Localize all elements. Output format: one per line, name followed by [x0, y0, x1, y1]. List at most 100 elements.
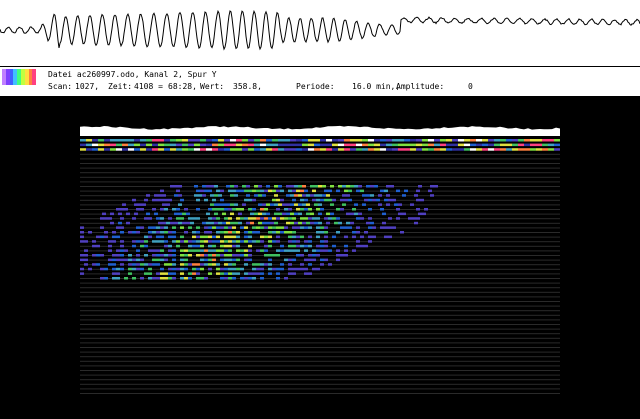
spectrogram-cell [356, 189, 360, 193]
spectrogram-cell [240, 277, 244, 280]
spectrogram-cell [232, 235, 236, 239]
spectrogram-cell [136, 240, 140, 243]
spectrogram-cell [186, 212, 190, 216]
spectrogram-cell [482, 148, 488, 151]
spectrogram-cell [320, 208, 324, 211]
spectrogram-cell [168, 235, 172, 239]
spectrogram-cell [352, 231, 356, 234]
spectrogram-cell [110, 148, 116, 151]
spectrogram-cell [256, 240, 260, 243]
spectrogram-cell [248, 254, 252, 257]
spectrogram-cell [260, 263, 264, 266]
spectrogram-cell [140, 148, 146, 151]
spectrogram-cell [284, 258, 288, 262]
spectrogram-cell [202, 221, 206, 225]
spectrogram-cell [260, 226, 264, 229]
spectrogram-cell [344, 235, 348, 239]
spectrogram-cell [84, 263, 88, 266]
spectrogram-cell [314, 203, 318, 206]
spectrogram-cell [378, 203, 382, 206]
spectrogram-cell [140, 258, 144, 262]
spectrogram-cell [272, 254, 276, 257]
spectrogram-cell [180, 240, 184, 243]
spectrogram-cell [192, 244, 196, 248]
spectrogram-cell [104, 143, 110, 147]
spectrogram-cell [236, 244, 240, 248]
spectrogram-cell [530, 139, 536, 142]
spectrogram-cell [194, 139, 200, 142]
spectrogram-cell [240, 189, 244, 193]
spectrogram-cell [100, 226, 104, 229]
spectrogram-cell [536, 139, 542, 142]
spectrogram-cell [314, 139, 320, 142]
spectrogram-cell [266, 139, 272, 142]
spectrogram-cell [98, 139, 104, 142]
spectrogram-cell [292, 249, 296, 252]
waveform-trace-panel[interactable] [0, 0, 640, 66]
spectrogram-cell [80, 226, 84, 229]
spectrogram-cell [352, 235, 356, 239]
spectrogram-cell [338, 148, 344, 151]
spectrogram-cell [132, 244, 136, 248]
spectrogram-cell [188, 272, 192, 275]
spectrogram-cell [382, 221, 386, 225]
spectrogram-cell [488, 139, 494, 142]
spectrogram-cell [354, 203, 358, 206]
spectrogram-cell [178, 203, 182, 206]
spectrogram-cell [256, 226, 260, 229]
spectrogram-cell [372, 226, 376, 229]
spectrogram-cell [298, 194, 302, 197]
spectrogram-cell [368, 226, 372, 229]
spectrogram-cell [340, 208, 344, 211]
spectrogram-cell [166, 203, 170, 206]
spectrogram-cell [310, 185, 314, 188]
spectrogram-cell [206, 212, 210, 216]
spectrogram-cell [112, 240, 116, 243]
spectrogram-view[interactable] [0, 96, 640, 419]
spectrogram-cell [134, 203, 138, 206]
spectrogram-cell [324, 258, 328, 262]
spectrogram-cell [236, 217, 240, 220]
spectrogram-cell [232, 272, 236, 275]
spectrogram-cell [236, 143, 242, 147]
spectrogram-cell [218, 221, 222, 225]
spectrogram-cell [326, 212, 330, 216]
spectrogram-cell [152, 226, 156, 229]
spectrogram-cell [140, 226, 144, 229]
spectrogram-cell [86, 139, 92, 142]
spectrogram-cell [278, 143, 284, 147]
spectrogram-cell [170, 143, 176, 147]
spectrogram-cell [310, 212, 314, 216]
spectrogram-cell [132, 263, 136, 266]
scan-line [80, 172, 560, 174]
spectrogram-cell [160, 267, 164, 271]
spectrogram-cell [80, 139, 86, 142]
spectrogram-cell [140, 143, 146, 147]
spectrogram-cell [320, 244, 324, 248]
spectrogram-cell [244, 231, 248, 234]
spectrogram-cell [112, 263, 116, 266]
spectrogram-cell [240, 226, 244, 229]
scan-line [80, 296, 560, 298]
spectrogram-cell [298, 203, 302, 206]
spectrogram-cell [196, 231, 200, 234]
spectrogram-cell [128, 139, 134, 142]
spectrogram-cell [320, 226, 324, 229]
spectrogram-cell [290, 221, 294, 225]
spectrogram-cell [200, 267, 204, 271]
spectrogram-cell [204, 240, 208, 243]
spectrogram-cell [152, 258, 156, 262]
spectrogram-cell [296, 249, 300, 252]
spectrogram-cell [290, 194, 294, 197]
spectrogram-cell [268, 272, 272, 275]
spectrogram-cell [328, 189, 332, 193]
spectrogram-cell [310, 194, 314, 197]
spectrogram-cell [132, 217, 136, 220]
spectrogram-cell [264, 189, 268, 193]
spectrogram-cell [256, 263, 260, 266]
spectrogram-cell [280, 226, 284, 229]
spectrogram-cell [216, 217, 220, 220]
spectrogram-cell [458, 139, 464, 142]
spectrogram-cell [128, 267, 132, 271]
spectrogram-cell [392, 139, 398, 142]
